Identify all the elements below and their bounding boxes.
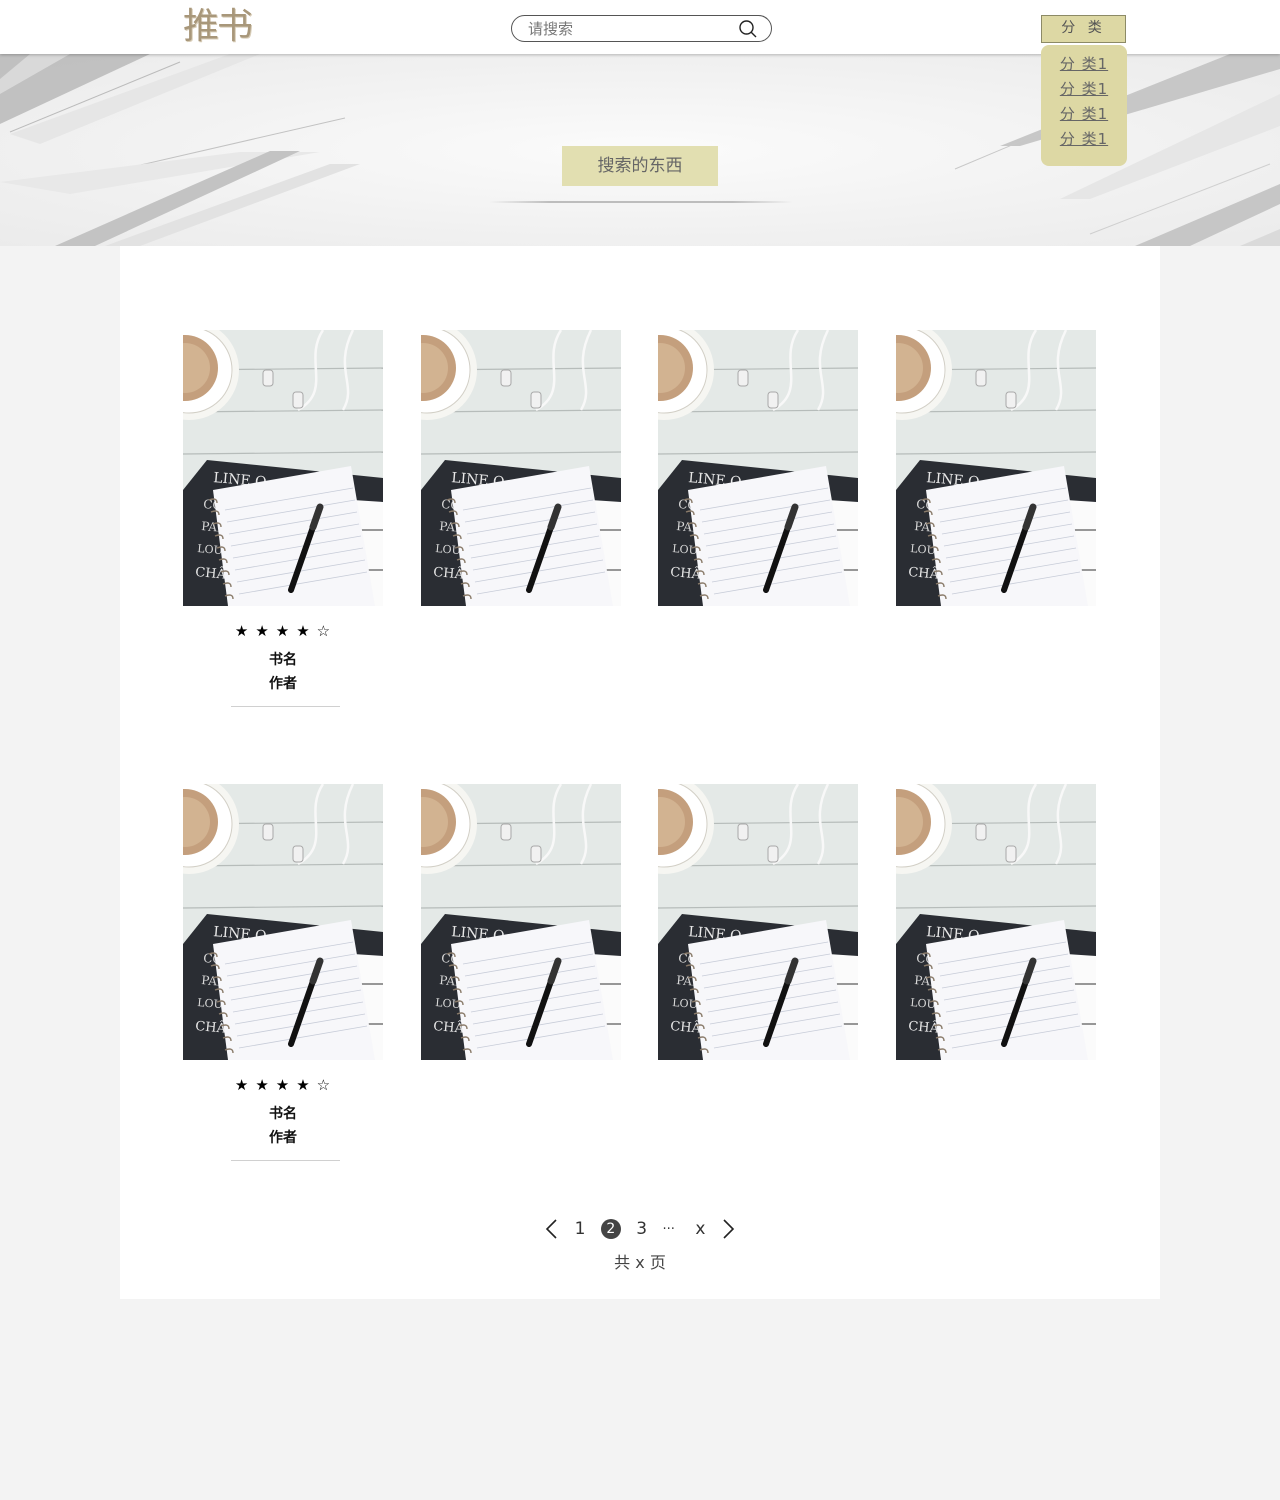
category-item[interactable]: 分 类1: [1041, 77, 1127, 102]
chevron-right-icon[interactable]: [721, 1219, 735, 1239]
book-card[interactable]: LINE O CO PAL LOUVO CHÂTE ★★★★☆ 书名作者: [183, 330, 383, 707]
page-link[interactable]: 1: [575, 1219, 586, 1239]
chevron-left-icon[interactable]: [545, 1219, 559, 1239]
book-card[interactable]: LINE O CO PAL LOUVO CHÂTE: [421, 784, 621, 1060]
page-total: 共 x 页: [614, 1253, 666, 1272]
book-cover-image[interactable]: LINE O CO PAL LOUVO CHÂTE: [421, 784, 621, 1060]
search-box: [511, 15, 772, 42]
book-card[interactable]: LINE O CO PAL LOUVO CHÂTE: [896, 330, 1096, 606]
book-card[interactable]: LINE O CO PAL LOUVO CHÂTE: [658, 330, 858, 606]
book-card[interactable]: LINE O CO PAL LOUVO CHÂTE: [896, 784, 1096, 1060]
page-link-current[interactable]: 2: [600, 1219, 621, 1239]
book-cover-image[interactable]: LINE O CO PAL LOUVO CHÂTE: [658, 784, 858, 1060]
book-cover-image[interactable]: LINE O CO PAL LOUVO CHÂTE: [421, 330, 621, 606]
divider: [231, 706, 340, 707]
category-item[interactable]: 分 类1: [1041, 127, 1127, 152]
page-link[interactable]: 3: [636, 1219, 647, 1239]
book-cover-image[interactable]: LINE O CO PAL LOUVO CHÂTE: [658, 330, 858, 606]
book-card[interactable]: LINE O CO PAL LOUVO CHÂTE: [421, 330, 621, 606]
category-dropdown: 分 类1 分 类1 分 类1 分 类1: [1041, 45, 1127, 166]
book-card[interactable]: LINE O CO PAL LOUVO CHÂTE ★★★★☆ 书名作者: [183, 784, 383, 1161]
book-cover-image[interactable]: LINE O CO PAL LOUVO CHÂTE: [896, 330, 1096, 606]
star-rating: ★★★★☆: [234, 622, 338, 640]
site-logo[interactable]: 推书: [183, 6, 253, 48]
page-link[interactable]: x: [695, 1219, 705, 1239]
book-title[interactable]: 书名: [183, 648, 383, 672]
book-author: 作者: [269, 676, 297, 692]
book-cover-image[interactable]: LINE O CO PAL LOUVO CHÂTE: [183, 784, 383, 1060]
book-author: 作者: [269, 1130, 297, 1146]
page-ellipsis: ···: [662, 1221, 675, 1237]
book-title[interactable]: 书名: [183, 1102, 383, 1126]
book-grid-panel: LINE O CO PAL LOUVO CHÂTE ★★★★☆ 书名 作者 LI…: [120, 246, 1160, 1299]
book-cover-image[interactable]: LINE O CO PAL LOUVO CHÂTE: [183, 330, 383, 606]
divider: [231, 1160, 340, 1161]
category-button[interactable]: 分 类: [1041, 15, 1126, 43]
category-item[interactable]: 分 类1: [1041, 52, 1127, 77]
pagination: 1 2 3 ··· x: [120, 1219, 1160, 1245]
book-card[interactable]: LINE O CO PAL LOUVO CHÂTE: [658, 784, 858, 1060]
search-icon[interactable]: [738, 19, 758, 39]
category-item[interactable]: 分 类1: [1041, 102, 1127, 127]
search-input[interactable]: [528, 19, 728, 39]
star-rating: ★★★★☆: [234, 1076, 338, 1094]
book-cover-image[interactable]: LINE O CO PAL LOUVO CHÂTE: [896, 784, 1096, 1060]
search-term-label: 搜索的东西: [562, 146, 718, 186]
divider: [489, 201, 793, 203]
